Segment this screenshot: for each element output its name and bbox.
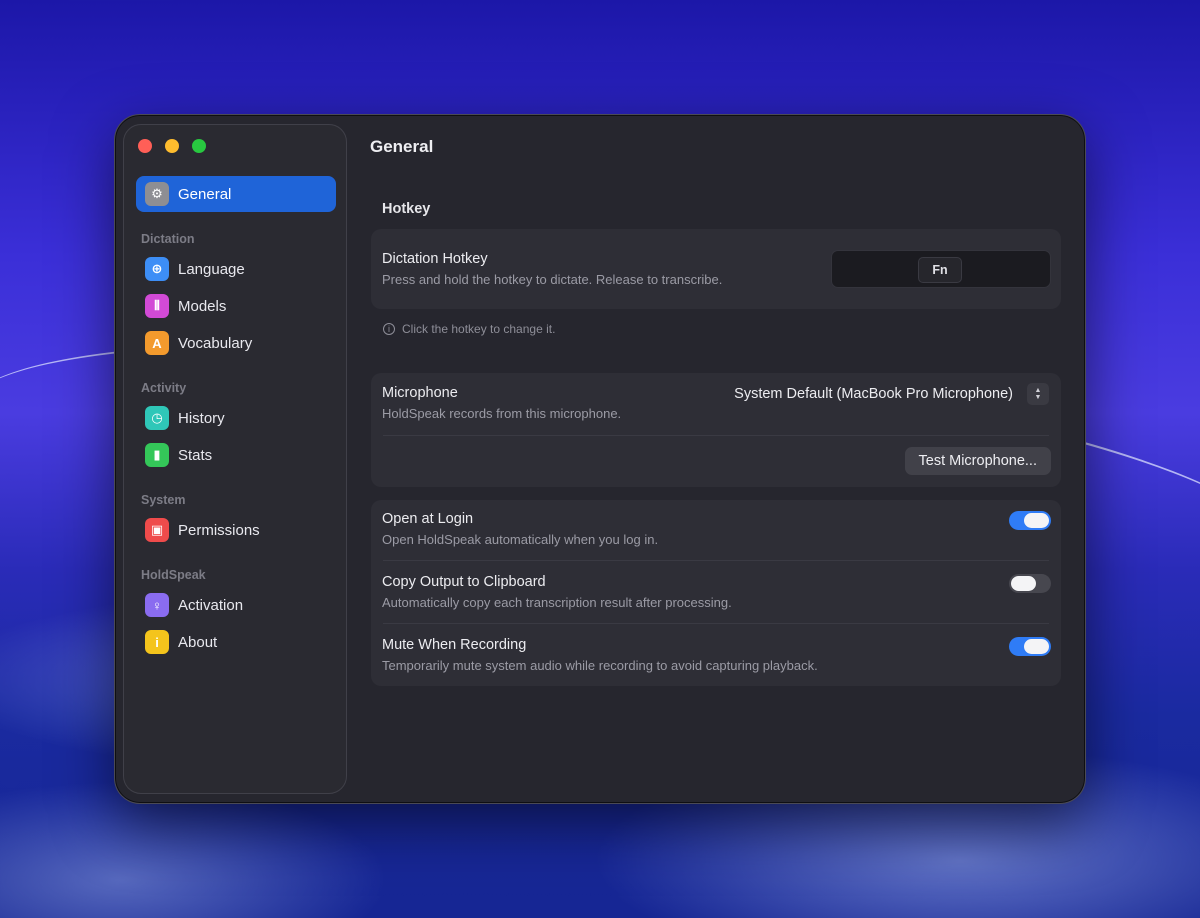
info-icon: i bbox=[145, 630, 169, 654]
close-button[interactable] bbox=[138, 139, 152, 153]
microphone-subtitle: HoldSpeak records from this microphone. bbox=[382, 406, 622, 421]
sidebar-item-label: Language bbox=[178, 260, 245, 278]
hotkey-hint-text: Click the hotkey to change it. bbox=[402, 322, 556, 336]
sidebar: ⚙ General Dictation ⊕ Language ⦀ Models … bbox=[123, 124, 347, 794]
bar-chart-icon: ▮ bbox=[145, 443, 169, 467]
open-at-login-title: Open at Login bbox=[382, 511, 474, 527]
sidebar-section-dictation: Dictation bbox=[141, 232, 195, 246]
open-at-login-subtitle: Open HoldSpeak automatically when you lo… bbox=[382, 532, 659, 547]
chevron-up-down-icon: ▲ ▼ bbox=[1027, 383, 1049, 405]
sidebar-item-label: General bbox=[178, 185, 232, 203]
sidebar-item-language[interactable]: ⊕ Language bbox=[136, 251, 336, 287]
microphone-selected-value: System Default (MacBook Pro Microphone) bbox=[734, 386, 1013, 402]
sidebar-item-permissions[interactable]: ▣ Permissions bbox=[136, 512, 336, 548]
copy-output-subtitle: Automatically copy each transcription re… bbox=[382, 595, 732, 610]
copy-output-toggle[interactable] bbox=[1009, 574, 1051, 593]
sidebar-item-about[interactable]: i About bbox=[136, 624, 336, 660]
hotkey-card: Dictation Hotkey Press and hold the hotk… bbox=[371, 229, 1061, 309]
sidebar-item-label: About bbox=[178, 633, 218, 651]
sidebar-item-vocabulary[interactable]: A Vocabulary bbox=[136, 325, 336, 361]
toggle-knob bbox=[1024, 513, 1049, 528]
divider bbox=[383, 623, 1049, 624]
sidebar-item-stats[interactable]: ▮ Stats bbox=[136, 437, 336, 473]
sidebar-item-label: Activation bbox=[178, 596, 244, 614]
mute-when-recording-toggle[interactable] bbox=[1009, 637, 1051, 656]
hotkey-recorder[interactable]: Fn bbox=[831, 250, 1051, 288]
waveform-icon: ⦀ bbox=[145, 294, 169, 318]
info-circle-icon: i bbox=[383, 323, 395, 335]
divider bbox=[383, 435, 1049, 436]
microphone-title: Microphone bbox=[382, 385, 458, 401]
sidebar-item-activation[interactable]: ♀ Activation bbox=[136, 587, 336, 623]
divider bbox=[383, 560, 1049, 561]
minimize-button[interactable] bbox=[165, 139, 179, 153]
sidebar-item-label: Stats bbox=[178, 446, 213, 464]
hotkey-group-label: Hotkey bbox=[382, 201, 431, 217]
sidebar-section-activity: Activity bbox=[141, 381, 187, 395]
sidebar-item-label: Models bbox=[178, 297, 227, 315]
sidebar-section-holdspeak: HoldSpeak bbox=[141, 568, 206, 582]
microphone-select[interactable]: System Default (MacBook Pro Microphone) … bbox=[734, 383, 1049, 405]
test-microphone-button[interactable]: Test Microphone... bbox=[904, 447, 1051, 475]
sidebar-item-models[interactable]: ⦀ Models bbox=[136, 288, 336, 324]
sidebar-item-label: History bbox=[178, 409, 225, 427]
toggle-knob bbox=[1011, 576, 1036, 591]
zoom-button[interactable] bbox=[192, 139, 206, 153]
dictionary-icon: A bbox=[145, 331, 169, 355]
sidebar-item-label: Vocabulary bbox=[178, 334, 253, 352]
sidebar-item-general[interactable]: ⚙ General bbox=[136, 176, 336, 212]
window-controls bbox=[138, 139, 206, 153]
toggle-knob bbox=[1024, 639, 1049, 654]
sidebar-item-label: Permissions bbox=[178, 521, 260, 539]
open-at-login-toggle[interactable] bbox=[1009, 511, 1051, 530]
dictation-hotkey-title: Dictation Hotkey bbox=[382, 251, 488, 267]
sidebar-section-system: System bbox=[141, 493, 186, 507]
copy-output-title: Copy Output to Clipboard bbox=[382, 574, 546, 590]
page-title: General bbox=[370, 137, 434, 156]
hotkey-key-cap: Fn bbox=[918, 257, 962, 283]
key-icon: ♀ bbox=[145, 593, 169, 617]
settings-window: ⚙ General Dictation ⊕ Language ⦀ Models … bbox=[114, 114, 1086, 804]
clock-icon: ◷ bbox=[145, 406, 169, 430]
mute-when-recording-subtitle: Temporarily mute system audio while reco… bbox=[382, 658, 818, 673]
dictation-hotkey-subtitle: Press and hold the hotkey to dictate. Re… bbox=[382, 272, 723, 287]
globe-icon: ⊕ bbox=[145, 257, 169, 281]
lock-icon: ▣ bbox=[145, 518, 169, 542]
hotkey-hint: i Click the hotkey to change it. bbox=[383, 322, 555, 336]
gear-icon: ⚙ bbox=[145, 182, 169, 206]
microphone-card: Microphone HoldSpeak records from this m… bbox=[371, 373, 1061, 487]
mute-when-recording-title: Mute When Recording bbox=[382, 637, 527, 653]
sidebar-item-history[interactable]: ◷ History bbox=[136, 400, 336, 436]
options-card: Open at Login Open HoldSpeak automatical… bbox=[371, 500, 1061, 686]
